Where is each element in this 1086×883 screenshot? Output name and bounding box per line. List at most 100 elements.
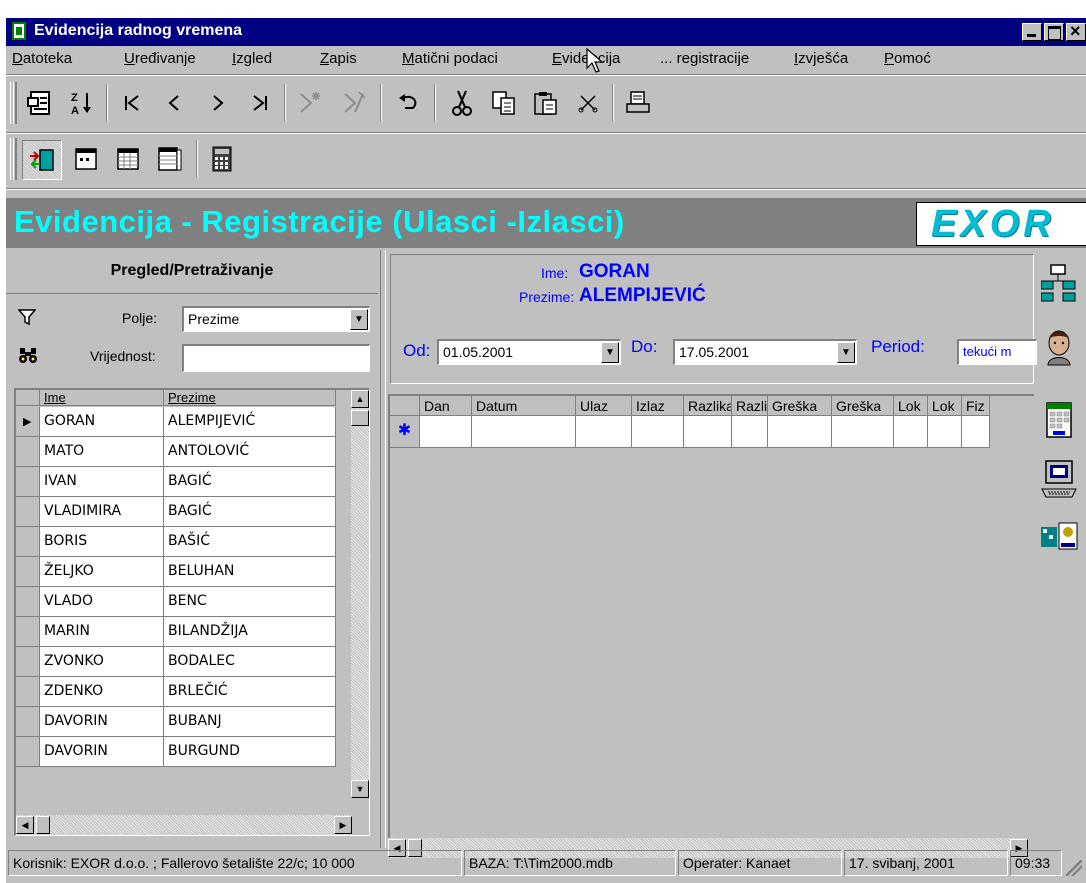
- delete-record-icon[interactable]: [336, 86, 372, 120]
- sort-ascending-icon[interactable]: ZA: [64, 86, 100, 120]
- scroll-thumb[interactable]: [351, 410, 369, 426]
- cell-ime[interactable]: VLADO: [40, 587, 164, 617]
- column-header[interactable]: Lok: [928, 396, 962, 416]
- cell-ime[interactable]: GORAN: [40, 407, 164, 437]
- datasheet-icon[interactable]: [110, 142, 146, 176]
- form-view-icon[interactable]: [22, 86, 58, 120]
- table-row[interactable]: VLADO BENC: [16, 587, 336, 617]
- people-vertical-scrollbar[interactable]: ▲ ▼: [351, 390, 369, 798]
- cell-ime[interactable]: BORIS: [40, 527, 164, 557]
- column-header[interactable]: Lok: [894, 396, 928, 416]
- toolbar-grip[interactable]: [10, 138, 17, 180]
- scroll-right-button[interactable]: ▶: [334, 816, 352, 834]
- menu-registracije[interactable]: ... registracije: [660, 50, 749, 67]
- table-row[interactable]: MATO ANTOLOVIĆ: [16, 437, 336, 467]
- chevron-down-icon[interactable]: ▼: [601, 342, 619, 363]
- row-selector[interactable]: [16, 737, 40, 767]
- chevron-down-icon[interactable]: ▼: [350, 309, 368, 330]
- new-record-icon[interactable]: [292, 86, 328, 120]
- table-row[interactable]: ZDENKO BRLEČIĆ: [16, 677, 336, 707]
- scroll-left-button[interactable]: ◀: [16, 816, 34, 834]
- cell-ime[interactable]: MARIN: [40, 617, 164, 647]
- cell-prezime[interactable]: BELUHAN: [164, 557, 336, 587]
- table-cell[interactable]: [472, 416, 576, 448]
- table-cell[interactable]: [894, 416, 928, 448]
- table-row[interactable]: BORIS BAŠIĆ: [16, 527, 336, 557]
- table-cell[interactable]: [420, 416, 472, 448]
- cell-ime[interactable]: ŽELJKO: [40, 557, 164, 587]
- cell-ime[interactable]: MATO: [40, 437, 164, 467]
- column-header[interactable]: Razlika: [732, 396, 768, 416]
- od-date-select[interactable]: 01.05.2001 ▼: [437, 339, 621, 365]
- table-row[interactable]: IVAN BAGIĆ: [16, 467, 336, 497]
- cell-prezime[interactable]: BAGIĆ: [164, 497, 336, 527]
- menu-uredivanje[interactable]: Uređivanje: [124, 50, 196, 67]
- cell-ime[interactable]: ZVONKO: [40, 647, 164, 677]
- app-icon[interactable]: [12, 22, 26, 40]
- row-selector[interactable]: [16, 677, 40, 707]
- column-header-prezime[interactable]: Prezime: [164, 390, 336, 406]
- column-header[interactable]: Razlika: [684, 396, 732, 416]
- cell-ime[interactable]: ZDENKO: [40, 677, 164, 707]
- table-cell[interactable]: [632, 416, 684, 448]
- table-cell[interactable]: [768, 416, 832, 448]
- table-cell[interactable]: [684, 416, 732, 448]
- paste-icon[interactable]: [528, 86, 564, 120]
- toolbar-grip[interactable]: [10, 82, 17, 124]
- menu-izgled[interactable]: Izgled: [232, 50, 272, 67]
- cell-prezime[interactable]: ALEMPIJEVIĆ: [164, 407, 336, 437]
- do-date-select[interactable]: 17.05.2001 ▼: [673, 339, 857, 365]
- previous-record-icon[interactable]: [156, 86, 192, 120]
- menu-maticni-podaci[interactable]: Matični podaci: [402, 50, 498, 67]
- value-input[interactable]: [182, 344, 370, 372]
- chevron-down-icon[interactable]: ▼: [837, 342, 855, 363]
- row-selector[interactable]: [16, 557, 40, 587]
- org-structure-icon[interactable]: [1034, 258, 1084, 308]
- row-selector[interactable]: [16, 647, 40, 677]
- cell-prezime[interactable]: BAGIĆ: [164, 467, 336, 497]
- column-header[interactable]: Greška: [768, 396, 832, 416]
- table-cell[interactable]: [832, 416, 894, 448]
- row-selector[interactable]: [16, 497, 40, 527]
- new-row-marker[interactable]: ✱: [390, 416, 420, 448]
- scroll-thumb[interactable]: [36, 816, 50, 834]
- cell-prezime[interactable]: BILANDŽIJA: [164, 617, 336, 647]
- table-cell[interactable]: [962, 416, 990, 448]
- undo-icon[interactable]: [390, 86, 426, 120]
- next-record-icon[interactable]: [200, 86, 236, 120]
- menu-izvjesca[interactable]: Izvješća: [794, 50, 848, 67]
- column-header[interactable]: Izlaz: [632, 396, 684, 416]
- report-icon[interactable]: [1034, 512, 1084, 562]
- maximize-button[interactable]: [1044, 23, 1064, 41]
- cell-prezime[interactable]: BENC: [164, 587, 336, 617]
- scroll-up-button[interactable]: ▲: [351, 390, 369, 408]
- table-row[interactable]: DAVORIN BURGUND: [16, 737, 336, 767]
- period-select[interactable]: tekući m: [957, 339, 1037, 365]
- menu-datoteka[interactable]: Datoteka: [12, 50, 72, 67]
- menu-pomoc[interactable]: Pomoć: [884, 50, 931, 67]
- continuous-form-icon[interactable]: [152, 142, 188, 176]
- close-button[interactable]: [1066, 21, 1086, 42]
- single-form-icon[interactable]: [68, 142, 104, 176]
- last-record-icon[interactable]: [242, 86, 278, 120]
- filter-icon[interactable]: [17, 308, 37, 331]
- row-selector[interactable]: [16, 437, 40, 467]
- row-selector[interactable]: [16, 587, 40, 617]
- table-cell[interactable]: [576, 416, 632, 448]
- scroll-down-button[interactable]: ▼: [351, 780, 369, 798]
- cell-prezime[interactable]: BODALEC: [164, 647, 336, 677]
- table-row[interactable]: ▶ GORAN ALEMPIJEVIĆ: [16, 407, 336, 437]
- clear-icon[interactable]: [570, 86, 606, 120]
- table-row[interactable]: ZVONKO BODALEC: [16, 647, 336, 677]
- cut-icon[interactable]: [444, 86, 480, 120]
- column-header[interactable]: Greška: [832, 396, 894, 416]
- row-selector[interactable]: ▶: [16, 407, 40, 437]
- cell-prezime[interactable]: ANTOLOVIĆ: [164, 437, 336, 467]
- table-cell[interactable]: [732, 416, 768, 448]
- print-icon[interactable]: [620, 86, 656, 120]
- cell-prezime[interactable]: BURGUND: [164, 737, 336, 767]
- first-record-icon[interactable]: [114, 86, 150, 120]
- table-row[interactable]: VLADIMIRA BAGIĆ: [16, 497, 336, 527]
- column-header[interactable]: Ulaz: [576, 396, 632, 416]
- row-selector[interactable]: [16, 527, 40, 557]
